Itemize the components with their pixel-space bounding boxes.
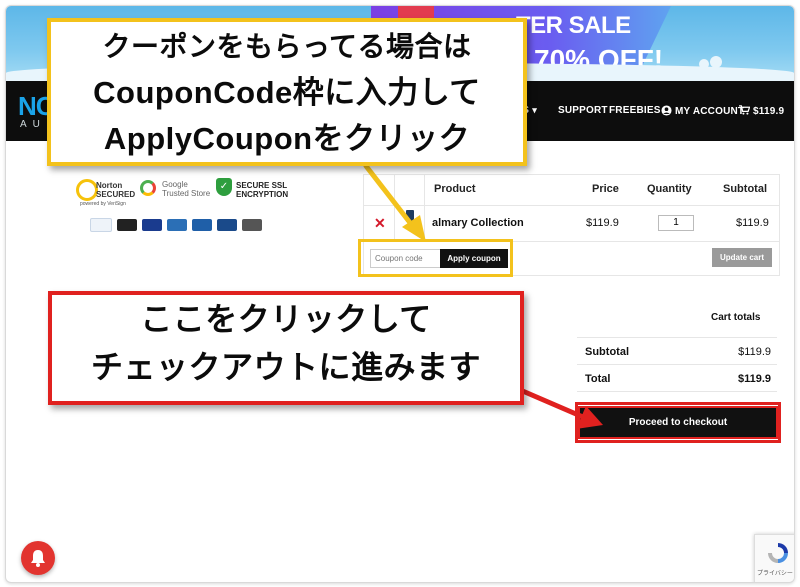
recaptcha-badge[interactable]: プライバシー・利用規約 xyxy=(754,534,794,582)
cart-table: Product Price Quantity Subtotal ✕ almary… xyxy=(363,174,780,242)
nav-cart-total: $119.9 xyxy=(753,106,785,117)
nav-item-my-account[interactable]: MY ACCOUNT xyxy=(661,105,744,117)
paypal-icon xyxy=(90,217,112,232)
quantity-input[interactable] xyxy=(658,215,694,231)
checkout-highlight-box xyxy=(575,402,781,443)
column-header-product: Product xyxy=(434,183,476,195)
nav-item-label: SUPPORT xyxy=(558,105,608,116)
shield-icon: ✓ xyxy=(216,178,232,196)
screenshot-frame: TER SALE 70% OFF! NC AU TS▾ SUPPORT FREE… xyxy=(5,5,795,583)
norton-check-icon xyxy=(76,179,98,201)
total-value: $119.9 xyxy=(737,373,771,385)
norton-label: Norton SECURED xyxy=(96,181,136,199)
subtotal-label: Subtotal xyxy=(585,346,629,358)
diners-icon xyxy=(192,218,212,231)
subtotal-value: $119.9 xyxy=(738,346,771,358)
product-subtotal: $119.9 xyxy=(736,217,769,229)
nav-item-label: MY ACCOUNT xyxy=(675,106,745,117)
total-label: Total xyxy=(585,373,611,385)
cart-totals-title: Cart totals xyxy=(711,312,761,323)
coupon-note-line-2: CouponCode枠に入力して xyxy=(93,75,481,110)
update-cart-button[interactable]: Update cart xyxy=(712,248,772,267)
coupon-instruction-note: クーポンをもらってる場合は CouponCode枠に入力して ApplyCoup… xyxy=(47,18,527,166)
notification-bell-button[interactable] xyxy=(21,541,55,575)
bell-icon xyxy=(31,550,45,567)
totals-row-subtotal: Subtotal $119.9 xyxy=(577,338,777,365)
payment-icons xyxy=(90,216,267,234)
coupon-note-line-3: ApplyCouponをクリック xyxy=(103,121,471,156)
cart-totals-table: Subtotal $119.9 Total $119.9 xyxy=(577,337,777,392)
checkout-note-line-1: ここをクリックして xyxy=(140,301,432,337)
recaptcha-icon xyxy=(768,543,788,563)
nav-item-freebies[interactable]: FREEBIES xyxy=(609,105,661,116)
nav-item-label: FREEBIES xyxy=(609,105,661,116)
coupon-note-line-1: クーポンをもらってる場合は xyxy=(102,31,472,62)
column-header-quantity: Quantity xyxy=(647,183,692,195)
mastercard-icon xyxy=(117,218,137,231)
totals-row-total: Total $119.9 xyxy=(577,365,777,392)
product-name[interactable]: almary Collection xyxy=(432,217,524,229)
chevron-down-icon: ▾ xyxy=(532,105,537,115)
table-row: ✕ almary Collection $119.9 $119.9 xyxy=(364,205,779,242)
visa-icon xyxy=(142,218,162,231)
discover-icon xyxy=(242,218,262,231)
norton-sub: powered by VeriSign xyxy=(80,201,126,207)
secure-label: SECURE SSL ENCRYPTION xyxy=(236,181,289,199)
column-header-price: Price xyxy=(592,183,619,195)
checkout-note-line-2: チェックアウトに進みます xyxy=(90,349,481,385)
cart-icon xyxy=(739,105,751,115)
trust-badges: Norton SECURED powered by VeriSign Googl… xyxy=(76,178,288,238)
amex-icon xyxy=(167,218,187,231)
sale-title: TER SALE xyxy=(516,12,631,39)
google-label: Google Trusted Store xyxy=(162,180,211,198)
user-icon xyxy=(661,105,672,116)
google-icon xyxy=(140,180,156,196)
product-thumbnail[interactable] xyxy=(406,210,414,222)
nav-item-cart[interactable]: $119.9 xyxy=(739,105,784,117)
recaptcha-footer-text[interactable]: プライバシー・利用規約 xyxy=(757,568,794,577)
checkout-instruction-note: ここをクリックして チェックアウトに進みます xyxy=(48,291,524,405)
column-header-subtotal: Subtotal xyxy=(723,183,767,195)
google-trusted-badge: Google Trusted Store xyxy=(140,178,212,204)
site-logo-subtitle: AU xyxy=(20,119,46,130)
norton-badge: Norton SECURED powered by VeriSign xyxy=(76,178,135,207)
jcb-icon xyxy=(217,218,237,231)
close-icon[interactable]: ✕ xyxy=(374,215,386,232)
nav-item-support[interactable]: SUPPORT xyxy=(558,105,608,116)
coupon-highlight-box xyxy=(358,239,513,277)
secure-badge: ✓ SECURE SSL ENCRYPTION xyxy=(216,178,289,204)
product-price: $119.9 xyxy=(586,217,619,229)
